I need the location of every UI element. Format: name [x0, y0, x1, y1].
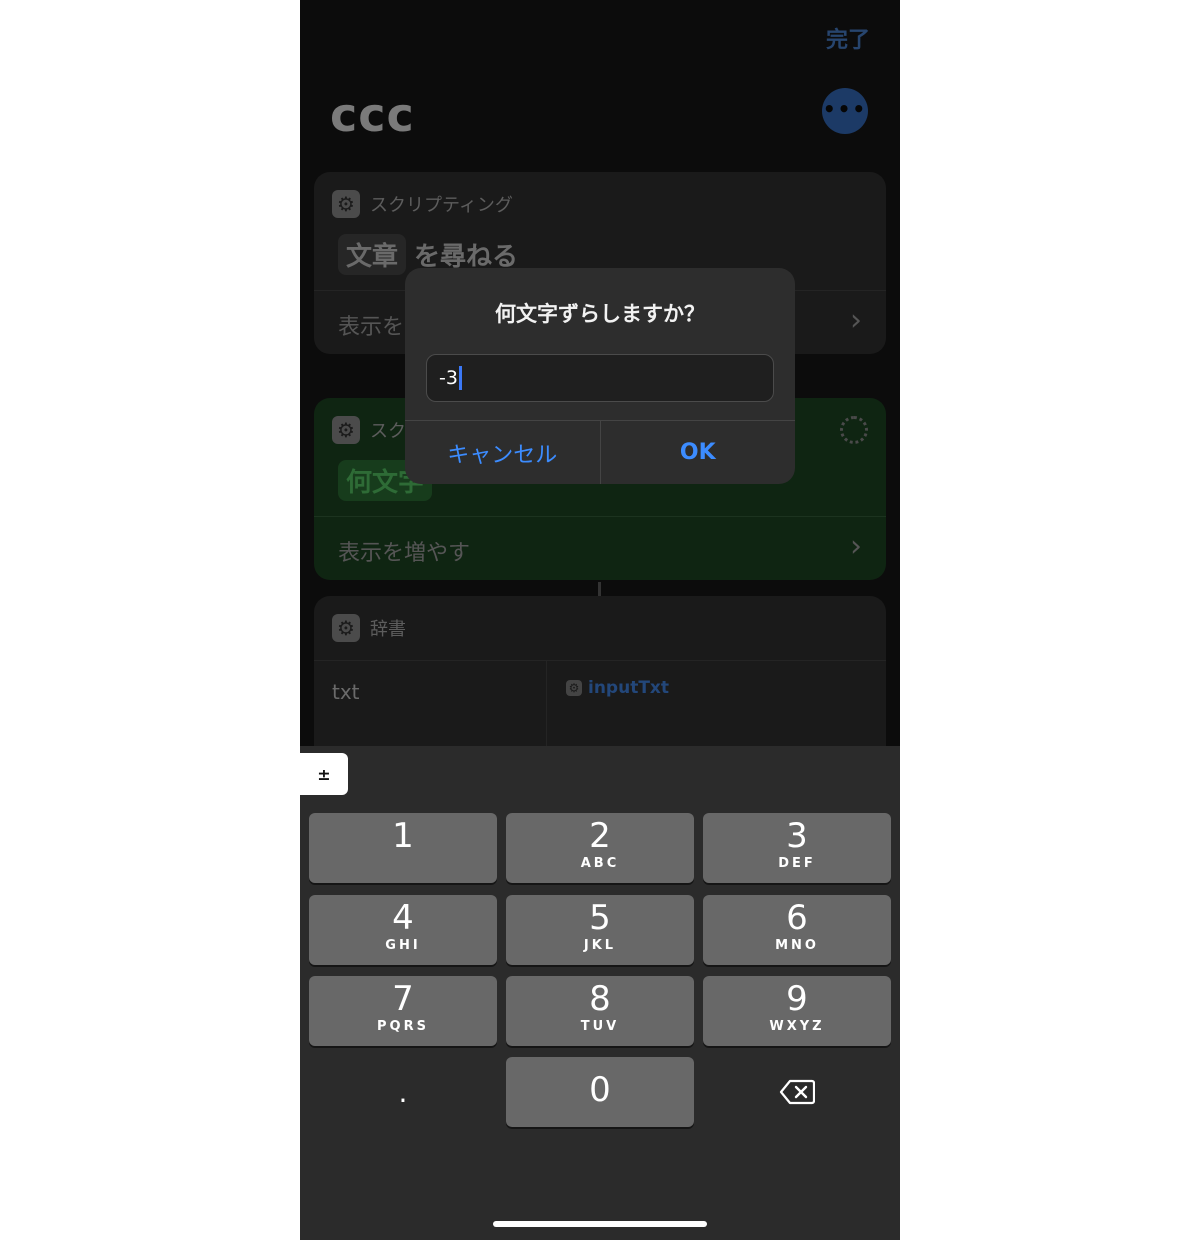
gear-icon: ⚙ — [332, 416, 360, 444]
key-digit: 9 — [786, 979, 808, 1019]
key-letters: WXYZ — [769, 1019, 825, 1034]
key-3[interactable]: 3 DEF — [703, 813, 891, 883]
home-indicator[interactable] — [493, 1221, 707, 1227]
variable-gear-icon: ⚙ — [566, 680, 582, 696]
key-8[interactable]: 8 TUV — [506, 976, 694, 1046]
key-digit: 6 — [786, 898, 808, 938]
more-button[interactable]: ••• — [822, 88, 868, 134]
key-1[interactable]: 1 — [309, 813, 497, 883]
key-digit: 1 — [392, 816, 414, 856]
number-input[interactable]: -3 — [426, 354, 774, 402]
key-digit: 2 — [589, 816, 611, 856]
backspace-icon — [779, 1079, 815, 1105]
loading-spinner-icon — [840, 416, 868, 444]
card-header: ⚙ スク — [332, 416, 406, 444]
key-digit: 5 — [589, 898, 611, 938]
key-6[interactable]: 6 MNO — [703, 895, 891, 965]
prompt-token[interactable]: 文章 — [338, 234, 407, 275]
cancel-button[interactable]: キャンセル — [405, 421, 600, 484]
card-header: ⚙ 辞書 — [332, 614, 406, 642]
show-more-row[interactable]: 表示を増やす › — [314, 516, 886, 580]
card-category: スクリプティング — [370, 195, 513, 216]
card-category: 辞書 — [370, 619, 406, 640]
card-category: スク — [370, 421, 406, 442]
dictionary-key[interactable]: txt — [332, 680, 360, 704]
key-digit: 4 — [392, 898, 414, 938]
key-digit: 8 — [589, 979, 611, 1019]
key-7[interactable]: 7 PQRS — [309, 976, 497, 1046]
ok-button[interactable]: OK — [599, 421, 796, 484]
delete-key[interactable] — [703, 1057, 891, 1127]
show-more-label: 表示を — [338, 315, 405, 340]
key-digit: 0 — [589, 1070, 611, 1110]
key-digit: 7 — [392, 979, 414, 1019]
key-letters: MNO — [775, 938, 819, 953]
key-letters: DEF — [778, 856, 816, 871]
dictionary-value[interactable]: ⚙ inputTxt — [566, 678, 669, 698]
alert-buttons: キャンセル OK — [405, 420, 795, 484]
number-pad-keyboard: ± 1 2 ABC 3 DEF 4 GHI 5 JKL 6 MNO 7 PQRS — [300, 746, 900, 1240]
ellipsis-icon: ••• — [822, 97, 868, 121]
key-4[interactable]: 4 GHI — [309, 895, 497, 965]
key-digit: 3 — [786, 816, 808, 856]
gear-icon: ⚙ — [332, 614, 360, 642]
key-5[interactable]: 5 JKL — [506, 895, 694, 965]
alert-title: 何文字ずらしますか？ — [495, 302, 705, 326]
input-alert: 何文字ずらしますか？ -3 キャンセル OK — [405, 268, 795, 484]
key-letters: PQRS — [377, 1019, 429, 1034]
key-9[interactable]: 9 WXYZ — [703, 976, 891, 1046]
key-letters: GHI — [385, 938, 421, 953]
shortcut-title: ccc — [330, 88, 415, 142]
key-0[interactable]: 0 — [506, 1057, 694, 1127]
input-value: -3 — [439, 367, 458, 389]
gear-icon: ⚙ — [332, 190, 360, 218]
key-letters: ABC — [580, 856, 620, 871]
show-more-label: 表示を増やす — [338, 541, 471, 566]
chevron-right-icon: › — [850, 529, 862, 564]
variable-token: inputTxt — [588, 678, 670, 698]
chevron-right-icon: › — [850, 303, 862, 338]
action-connector — [598, 582, 601, 596]
key-letters: TUV — [580, 1019, 620, 1034]
decimal-key[interactable]: . — [309, 1057, 497, 1127]
plus-minus-key[interactable]: ± — [300, 753, 348, 795]
key-2[interactable]: 2 ABC — [506, 813, 694, 883]
key-letters: JKL — [583, 938, 617, 953]
done-button[interactable]: 完了 — [826, 22, 870, 54]
phone-screen: 完了 ccc ••• ⚙ スクリプティング 文章 を尋ねる 表示を › ⚙ スク… — [300, 0, 900, 1240]
card-header: ⚙ スクリプティング — [332, 190, 513, 218]
text-caret — [458, 366, 462, 390]
